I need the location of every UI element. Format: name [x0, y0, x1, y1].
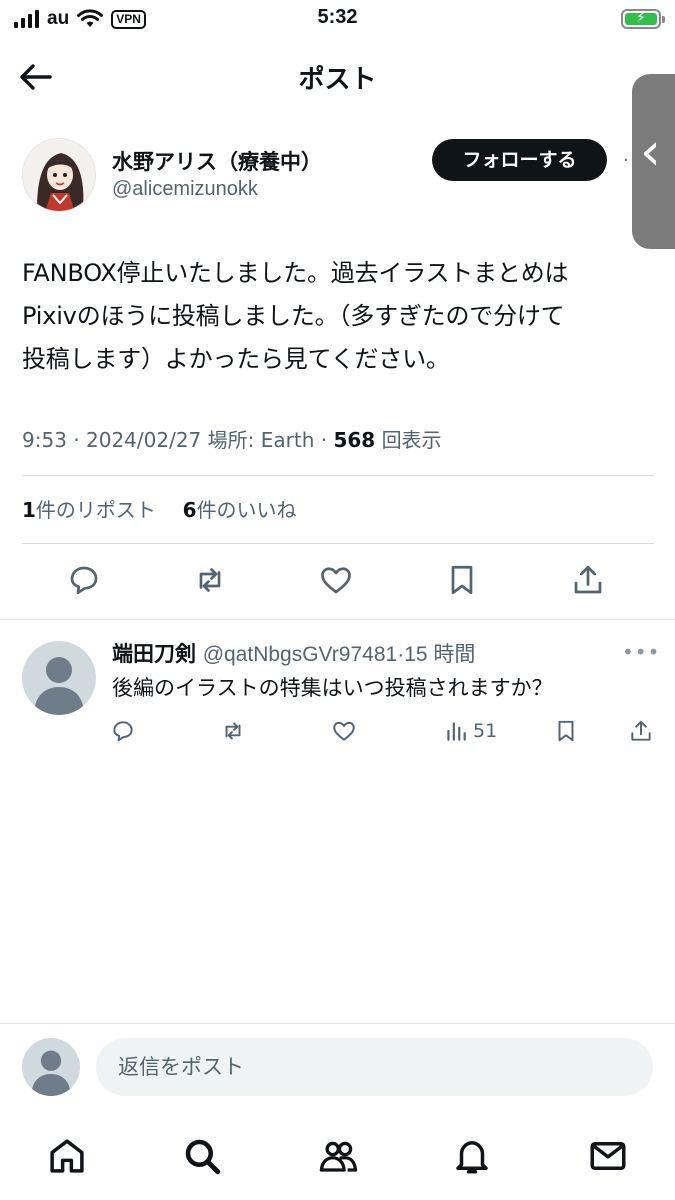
bookmark-icon [558, 720, 574, 742]
post-text: FANBOX停止いたしました。過去イラストまとめは Pixivのほうに投稿しまし… [22, 252, 662, 381]
communities-icon [319, 1141, 358, 1172]
messages-icon [590, 1142, 626, 1170]
post-time[interactable]: 9:53 [22, 428, 67, 452]
bookmark-icon [451, 565, 473, 595]
share-icon [574, 565, 602, 594]
chevron-left-icon: ‹ [640, 122, 661, 182]
reply-age: 15 時間 [404, 643, 476, 666]
header: ポスト [0, 45, 675, 109]
share-button[interactable] [566, 558, 610, 602]
meta-separator: · [73, 428, 86, 452]
reply-avatar[interactable] [22, 641, 96, 715]
like-button[interactable] [314, 558, 358, 602]
post-date[interactable]: 2024/02/27 [86, 428, 201, 452]
reply-header: 端田刀剣 @qatNbgsGVr97481·15 時間 [112, 638, 475, 668]
tab-search[interactable] [178, 1132, 226, 1180]
tab-home[interactable] [43, 1132, 91, 1180]
reply-like-button[interactable] [331, 716, 357, 746]
reply-button[interactable] [62, 558, 106, 602]
notifications-icon [456, 1141, 488, 1174]
tab-communities[interactable] [314, 1132, 362, 1180]
status-time: 5:32 [317, 6, 358, 28]
search-icon [185, 1139, 221, 1175]
reposts-label: 件のリポスト [35, 498, 156, 522]
reposts-count: 1 [22, 498, 36, 522]
reply-reply-button[interactable] [110, 716, 136, 746]
follow-button[interactable]: フォローする [432, 139, 607, 181]
bookmark-button[interactable] [440, 558, 484, 602]
tab-notifications[interactable] [448, 1132, 496, 1180]
author-name[interactable]: 水野アリス（療養中） [112, 146, 322, 176]
reply-repost-button[interactable] [220, 716, 246, 746]
tab-messages[interactable] [584, 1132, 632, 1180]
author-handle[interactable]: @alicemizunokk [112, 178, 258, 201]
post-line: Pixivのほうに投稿しました。（多すぎたので分けて [22, 302, 565, 330]
like-icon [333, 721, 355, 741]
reply-views-count: 51 [473, 720, 498, 742]
repost-button[interactable] [188, 558, 232, 602]
post-stats: 1件のリポスト 6件のいいね [22, 494, 297, 523]
battery-icon: ⚡ [621, 9, 665, 29]
divider [0, 619, 675, 620]
likes-stat[interactable]: 6件のいいね [183, 498, 297, 522]
reply-icon [113, 721, 133, 742]
page-title: ポスト [298, 65, 377, 95]
author-avatar[interactable] [22, 138, 96, 212]
home-icon [50, 1139, 84, 1173]
views-icon [447, 722, 466, 741]
views-label: 回表示 [381, 428, 442, 452]
meta-separator: · [320, 428, 334, 452]
views-count: 568 [333, 428, 376, 452]
post-meta: 9:53 · 2024/02/27 場所: Earth · 568 回表示 [22, 424, 442, 453]
reply-icon [70, 566, 98, 595]
reply-author-handle[interactable]: @qatNbgsGVr97481 [203, 643, 398, 666]
avatar-illustration [23, 139, 95, 211]
divider [0, 1023, 675, 1024]
divider [22, 543, 654, 544]
repost-icon [225, 722, 241, 740]
more-options-icon[interactable]: · [623, 150, 629, 171]
post-line: FANBOX停止いたしました。過去イラストまとめは [22, 259, 569, 287]
share-icon [631, 720, 651, 741]
default-avatar-icon [31, 1050, 71, 1096]
post-location: 場所: Earth [207, 428, 315, 452]
divider [22, 475, 654, 476]
reply-more-icon[interactable]: ••• [622, 640, 660, 664]
likes-label: 件のいいね [196, 498, 297, 522]
side-handle[interactable]: ‹ [632, 74, 675, 249]
status-bar: au VPN 5:32 ⚡ [0, 0, 675, 38]
repost-icon [199, 568, 221, 592]
reply-text: 後編のイラストの特集はいつ投稿されますか？ [112, 676, 553, 700]
reply-bookmark-button[interactable] [553, 716, 579, 746]
composer-avatar [22, 1038, 80, 1096]
reposts-stat[interactable]: 1件のリポスト [22, 498, 156, 522]
post-line: 投稿します）よかったら見てください。 [22, 345, 450, 373]
default-avatar-icon [34, 657, 84, 715]
like-icon [321, 567, 351, 594]
reply-share-button[interactable] [628, 716, 654, 746]
reply-composer-input[interactable]: 返信をポスト [96, 1038, 653, 1096]
likes-count: 6 [182, 498, 197, 522]
reply-author-name[interactable]: 端田刀剣 [112, 642, 196, 666]
reply-views-button[interactable]: 51 [443, 716, 497, 746]
